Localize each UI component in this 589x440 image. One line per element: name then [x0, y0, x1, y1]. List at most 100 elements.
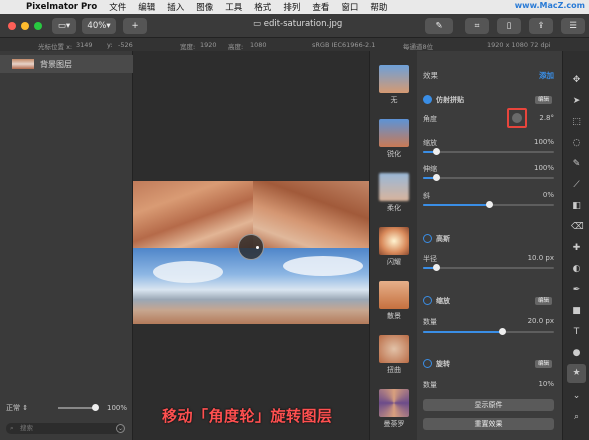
view-mode-button[interactable]: ▭▾	[52, 18, 76, 34]
effects-heading: 效果	[423, 71, 438, 80]
blur-effect-toggle[interactable]	[423, 234, 432, 243]
crop-icon: ⌗	[474, 21, 480, 31]
close-window-button[interactable]	[8, 22, 16, 30]
tile-edit-badge[interactable]: 编辑	[534, 96, 552, 104]
angle-wheel-handle[interactable]	[238, 234, 264, 260]
cloud-shape	[283, 256, 363, 276]
spin-edit-badge[interactable]: 编辑	[534, 360, 552, 368]
effect-thumbnail	[379, 389, 409, 417]
draw-tool-button[interactable]: ✎	[425, 18, 453, 34]
stretch-label: 伸缩	[423, 165, 437, 173]
layers-search-field[interactable]: ⌕ 搜索	[6, 423, 122, 434]
marquee-icon[interactable]: ⬚	[571, 117, 582, 128]
spin-effect-toggle[interactable]	[423, 359, 432, 368]
layer-opacity-slider[interactable]	[58, 404, 99, 411]
zoom-effect-title[interactable]: 缩放	[436, 296, 450, 306]
radius-slider[interactable]	[423, 264, 554, 271]
effect-bokeh[interactable]: 散景	[370, 281, 418, 321]
layer-opacity: 100%	[107, 404, 128, 412]
menu-file[interactable]: 文件	[109, 1, 126, 13]
text-icon[interactable]: T	[571, 327, 582, 338]
retouch-icon[interactable]: ✚	[571, 243, 582, 254]
canvas[interactable]	[133, 51, 369, 440]
effect-sharpen[interactable]: 锐化	[370, 119, 418, 159]
radius-value: 10.0 px	[527, 254, 554, 262]
zoom-window-button[interactable]	[34, 22, 42, 30]
search-icon[interactable]: ⌕	[571, 412, 582, 423]
effect-thumbnail	[379, 335, 409, 363]
menu-help[interactable]: 帮助	[370, 1, 387, 13]
layer-options-icon[interactable]: ⌄	[116, 424, 125, 433]
slider-knob[interactable]	[498, 328, 506, 335]
menu-window[interactable]: 窗口	[341, 1, 358, 13]
select-arrow-icon[interactable]: ➤	[571, 96, 582, 107]
share-button[interactable]: ⇪	[529, 18, 553, 34]
effects-star-icon[interactable]: ★	[567, 364, 586, 383]
slider-knob[interactable]	[433, 148, 441, 155]
spin-effect-title[interactable]: 旋转	[436, 359, 450, 369]
color-adjust-icon[interactable]: ◐	[571, 264, 582, 275]
scale-slider[interactable]	[423, 148, 554, 155]
color-circles-icon[interactable]: ●	[571, 348, 582, 359]
eyedropper-icon[interactable]: ✎	[571, 159, 582, 170]
menu-image[interactable]: 图像	[196, 1, 213, 13]
stretch-slider[interactable]	[423, 174, 554, 181]
menu-view[interactable]: 查看	[312, 1, 329, 13]
effect-glow[interactable]: 闪耀	[370, 227, 418, 267]
skew-slider[interactable]	[423, 201, 554, 208]
effect-distort[interactable]: 扭曲	[370, 335, 418, 375]
menu-arrange[interactable]: 排列	[283, 1, 300, 13]
menu-insert[interactable]: 插入	[167, 1, 184, 13]
pen-icon: ✎	[435, 21, 443, 31]
effect-settings-panel: 效果 添加 仿射拼贴 编辑 角度 2.8° 缩放 100% 伸缩 100% 斜 …	[417, 51, 562, 440]
skew-label: 斜	[423, 192, 430, 200]
document-icon: ▭	[253, 19, 264, 29]
chevron-down-icon[interactable]: ⌄	[571, 391, 582, 402]
cloud-shape	[153, 261, 223, 283]
width-value: 1920	[200, 41, 217, 49]
menu-format[interactable]: 格式	[254, 1, 271, 13]
slider-knob[interactable]	[433, 174, 441, 181]
blur-effect-title[interactable]: 高斯	[436, 234, 450, 244]
zoom-dropdown[interactable]: 40% ▾	[82, 18, 116, 34]
effect-none[interactable]: 无	[370, 65, 418, 105]
sliders-icon: ☰	[569, 21, 577, 31]
menu-tools[interactable]: 工具	[225, 1, 242, 13]
shape-icon[interactable]: ■	[571, 306, 582, 317]
show-original-button[interactable]: 显示原件	[423, 399, 554, 411]
document-button[interactable]: ▯	[497, 18, 521, 34]
eraser-icon[interactable]: ⌫	[571, 222, 584, 233]
effect-mandala[interactable]: 曼荼罗	[370, 389, 418, 429]
menu-edit[interactable]: 编辑	[138, 1, 155, 13]
tile-effect-toggle[interactable]	[423, 95, 432, 104]
angle-wheel[interactable]	[512, 113, 522, 123]
gradient-icon[interactable]: ◧	[571, 201, 582, 212]
reset-effects-button[interactable]: 重置效果	[423, 418, 554, 430]
arrange-tool-icon[interactable]: ✥	[571, 75, 582, 86]
effect-thumbnail	[379, 65, 409, 93]
effect-label: 扭曲	[387, 366, 401, 374]
width-label: 宽度:	[180, 43, 196, 51]
crop-button[interactable]: ⌗	[465, 18, 489, 34]
add-effect-button[interactable]: 添加	[539, 70, 554, 81]
zoom-effect-toggle[interactable]	[423, 296, 432, 305]
lasso-icon[interactable]: ◌	[571, 138, 582, 149]
layer-row[interactable]: 背景图层	[0, 55, 133, 73]
slider-knob[interactable]	[485, 201, 493, 208]
pen-icon[interactable]: ✒	[571, 285, 582, 296]
zoom-amount-slider[interactable]	[423, 328, 554, 335]
paint-brush-icon[interactable]: ⟋	[571, 180, 582, 191]
opacity-knob[interactable]	[92, 404, 99, 411]
blend-mode-select[interactable]: 正常 ⇕	[6, 403, 28, 413]
stretch-value: 100%	[533, 164, 554, 172]
minimize-window-button[interactable]	[21, 22, 29, 30]
slider-knob[interactable]	[433, 264, 441, 271]
add-button[interactable]: +	[123, 18, 147, 34]
effect-soften[interactable]: 柔化	[370, 173, 418, 213]
watermark: www.MacZ.com	[514, 1, 585, 10]
app-menu[interactable]: Pixelmator Pro	[26, 2, 97, 12]
tile-effect-title[interactable]: 仿射拼贴	[436, 95, 464, 105]
effect-thumbnail	[379, 227, 409, 255]
adjust-button[interactable]: ☰	[561, 18, 585, 34]
zoom-edit-badge[interactable]: 编辑	[534, 297, 552, 305]
